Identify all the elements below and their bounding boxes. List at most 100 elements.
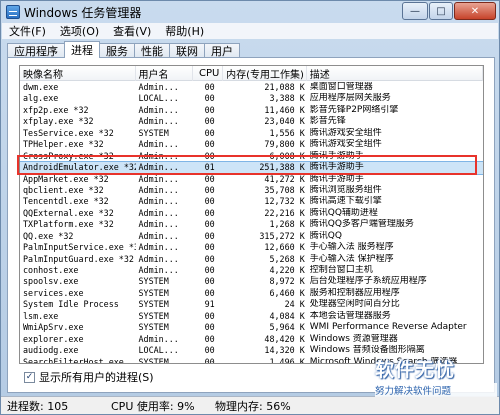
process-memory-cell: 79,800 K bbox=[264, 139, 305, 150]
process-memory-cell: 8,972 K bbox=[269, 276, 305, 287]
process-description-cell: 腾讯QQ多客户端管理服务 bbox=[309, 219, 414, 230]
window-title: Windows 任务管理器 bbox=[24, 5, 142, 20]
process-name-cell: CrossProxy.exe *32 bbox=[23, 150, 114, 161]
process-user-cell: Admin... bbox=[138, 162, 179, 173]
table-row[interactable]: explorer.exe Admin... 00 48,420 K Windows 资源… bbox=[20, 334, 483, 345]
process-user-cell: Admin... bbox=[138, 265, 179, 275]
menu-view[interactable]: 查看(V) bbox=[106, 23, 158, 39]
status-physical-memory: 物理内存: 56% bbox=[215, 399, 291, 413]
table-row[interactable]: qbclient.exe *32 Admin... 00 35,708 K 腾讯浏览服务… bbox=[20, 185, 483, 196]
process-memory-cell: 6,008 K bbox=[269, 150, 305, 161]
column-header-user-name[interactable]: 用户名 bbox=[136, 66, 194, 81]
process-user-cell: Admin... bbox=[138, 150, 179, 161]
process-cpu-cell: 00 bbox=[204, 139, 215, 150]
status-bar: 进程数: 105 CPU 使用率: 9% 物理内存: 56% bbox=[1, 396, 499, 414]
table-row[interactable]: TesService.exe *32 SYSTEM 00 1,556 K 腾讯游戏安全组… bbox=[20, 128, 483, 139]
menu-help[interactable]: 帮助(H) bbox=[158, 23, 211, 39]
process-name-cell: dwm.exe bbox=[23, 82, 59, 92]
tab-performance[interactable]: 性能 bbox=[134, 43, 170, 58]
process-memory-cell: 4,084 K bbox=[269, 310, 305, 321]
process-name-cell: qbclient.exe *32 bbox=[23, 184, 104, 195]
column-header-cpu[interactable]: CPU bbox=[193, 66, 224, 81]
table-row[interactable]: dwm.exe Admin... 00 21,088 K 桌面窗口管理器 bbox=[20, 82, 483, 93]
process-user-cell: Admin... bbox=[138, 104, 179, 115]
process-name-cell: System Idle Process bbox=[23, 299, 119, 310]
process-user-cell: Admin... bbox=[138, 230, 179, 241]
process-name-cell: PalmInputGuard.exe *32 bbox=[23, 253, 134, 264]
process-cpu-cell: 00 bbox=[204, 116, 215, 127]
process-name-cell: spoolsv.exe bbox=[23, 276, 79, 287]
process-description-cell: 桌面窗口管理器 bbox=[309, 82, 373, 92]
table-row[interactable]: AppMarket.exe *32 Admin... 00 41,272 K 腾讯手游助… bbox=[20, 174, 483, 185]
table-row[interactable]: xfplay.exe *32 Admin... 00 23,040 K 影音先锋 bbox=[20, 116, 483, 127]
menu-file[interactable]: 文件(F) bbox=[2, 23, 53, 39]
process-name-cell: TesService.exe *32 bbox=[23, 127, 114, 138]
table-row[interactable]: PalmInputService.exe *32 Admin... 00 12,660… bbox=[20, 242, 483, 253]
table-row[interactable]: spoolsv.exe SYSTEM 00 8,972 K 后台处理程序子系统应用程序 bbox=[20, 276, 483, 287]
column-header-description[interactable]: 描述 bbox=[307, 66, 483, 81]
process-name-cell: audiodg.exe bbox=[23, 345, 79, 356]
column-header-memory[interactable]: 内存(专用工作集) bbox=[223, 66, 307, 81]
minimize-button[interactable]: — bbox=[402, 2, 428, 20]
tab-strip: 应用程序 进程 服务 性能 联网 用户 bbox=[7, 41, 240, 58]
table-row[interactable]: PalmInputGuard.exe *32 Admin... 00 5,268 K 手… bbox=[20, 254, 483, 265]
process-cpu-cell: 00 bbox=[204, 93, 215, 104]
show-all-users-label: 显示所有用户的进程(S) bbox=[39, 371, 154, 384]
process-description-cell: 服务和控制器应用程序 bbox=[309, 287, 400, 298]
process-name-cell: conhost.exe bbox=[23, 265, 79, 275]
table-row[interactable]: alg.exe LOCAL... 00 3,388 K 应用程序层网关服务 bbox=[20, 93, 483, 104]
process-cpu-cell: 00 bbox=[204, 219, 215, 230]
process-description-cell: Windows 资源管理器 bbox=[309, 333, 398, 344]
process-list[interactable]: 映像名称 用户名 CPU 内存(专用工作集) 描述 dwm.exe Admin..… bbox=[19, 65, 484, 364]
table-row[interactable]: QQ.exe *32 Admin... 00 315,272 K 腾讯QQ bbox=[20, 231, 483, 242]
process-description-cell: 控制台窗口主机 bbox=[309, 265, 373, 275]
table-row[interactable]: services.exe SYSTEM 00 6,460 K 服务和控制器应用程序 bbox=[20, 288, 483, 299]
process-memory-cell: 315,272 K bbox=[259, 230, 305, 241]
table-row[interactable]: WmiApSrv.exe SYSTEM 00 5,964 K WMI Performan… bbox=[20, 322, 483, 333]
process-description-cell: 腾讯QQ bbox=[309, 230, 342, 241]
process-user-cell: SYSTEM bbox=[138, 299, 169, 310]
process-description-cell: 手心输入法 保护程序 bbox=[309, 253, 394, 264]
table-row[interactable]: TXPlatform.exe *32 Admin... 00 1,268 K 腾讯QQ多… bbox=[20, 219, 483, 230]
table-row[interactable]: conhost.exe Admin... 00 4,220 K 控制台窗口主机 bbox=[20, 265, 483, 276]
process-description-cell: 腾讯游戏安全组件 bbox=[309, 139, 382, 150]
tab-services[interactable]: 服务 bbox=[99, 43, 135, 58]
status-process-count: 进程数: 105 bbox=[7, 399, 69, 413]
maximize-button[interactable]: □ bbox=[429, 2, 453, 20]
process-cpu-cell: 00 bbox=[204, 253, 215, 264]
show-all-users-checkbox[interactable]: ✓ bbox=[24, 371, 35, 383]
process-memory-cell: 1,496 K bbox=[269, 356, 305, 364]
table-row[interactable]: xfp2p.exe *32 Admin... 00 11,460 K 影音先锋P2P网络… bbox=[20, 105, 483, 116]
process-description-cell: 处理器空闲时间百分比 bbox=[309, 299, 400, 310]
menu-options[interactable]: 选项(O) bbox=[53, 23, 106, 39]
table-row-selected[interactable]: AndroidEmulator.exe *32 Admin... 01 251,388… bbox=[20, 161, 483, 175]
process-cpu-cell: 00 bbox=[204, 207, 215, 218]
process-user-cell: Admin... bbox=[138, 242, 179, 253]
table-row[interactable]: TPHelper.exe *32 Admin... 00 79,800 K 腾讯游戏安全… bbox=[20, 139, 483, 150]
process-cpu-cell: 00 bbox=[204, 150, 215, 161]
tab-processes[interactable]: 进程 bbox=[64, 41, 100, 58]
task-manager-icon bbox=[6, 5, 20, 19]
tab-networking[interactable]: 联网 bbox=[169, 43, 205, 58]
processes-panel: 映像名称 用户名 CPU 内存(专用工作集) 描述 dwm.exe Admin..… bbox=[7, 57, 495, 393]
watermark-subtitle: 努力解决软件问题 bbox=[375, 383, 497, 397]
process-cpu-cell: 00 bbox=[204, 184, 215, 195]
tab-applications[interactable]: 应用程序 bbox=[7, 43, 65, 58]
table-row[interactable]: QQExternal.exe *32 Admin... 00 22,216 K 腾讯QQ… bbox=[20, 208, 483, 219]
tab-users[interactable]: 用户 bbox=[204, 43, 240, 58]
process-memory-cell: 48,420 K bbox=[264, 333, 305, 344]
table-row[interactable]: System Idle Process SYSTEM 91 24 K 处理器空闲时间百分… bbox=[20, 299, 483, 310]
close-button[interactable]: ✕ bbox=[454, 2, 496, 20]
process-memory-cell: 1,556 K bbox=[269, 127, 305, 138]
process-memory-cell: 14,320 K bbox=[264, 345, 305, 356]
column-header-image-name[interactable]: 映像名称 bbox=[20, 66, 136, 81]
process-memory-cell: 4,220 K bbox=[269, 265, 305, 275]
show-all-users-option[interactable]: ✓ 显示所有用户的进程(S) bbox=[24, 369, 154, 385]
table-row[interactable]: Tencentdl.exe *32 Admin... 00 12,732 K 腾讯高速下… bbox=[20, 196, 483, 207]
table-row[interactable]: CrossProxy.exe *32 Admin... 00 6,008 K 腾讯手游助… bbox=[20, 151, 483, 162]
title-bar[interactable]: Windows 任务管理器 — □ ✕ bbox=[1, 1, 499, 23]
process-name-cell: TXPlatform.exe *32 bbox=[23, 219, 114, 230]
process-memory-cell: 6,460 K bbox=[269, 287, 305, 298]
table-row[interactable]: lsm.exe SYSTEM 00 4,084 K 本地会话管理器服务 bbox=[20, 311, 483, 322]
process-description-cell: 后台处理程序子系统应用程序 bbox=[309, 276, 427, 287]
